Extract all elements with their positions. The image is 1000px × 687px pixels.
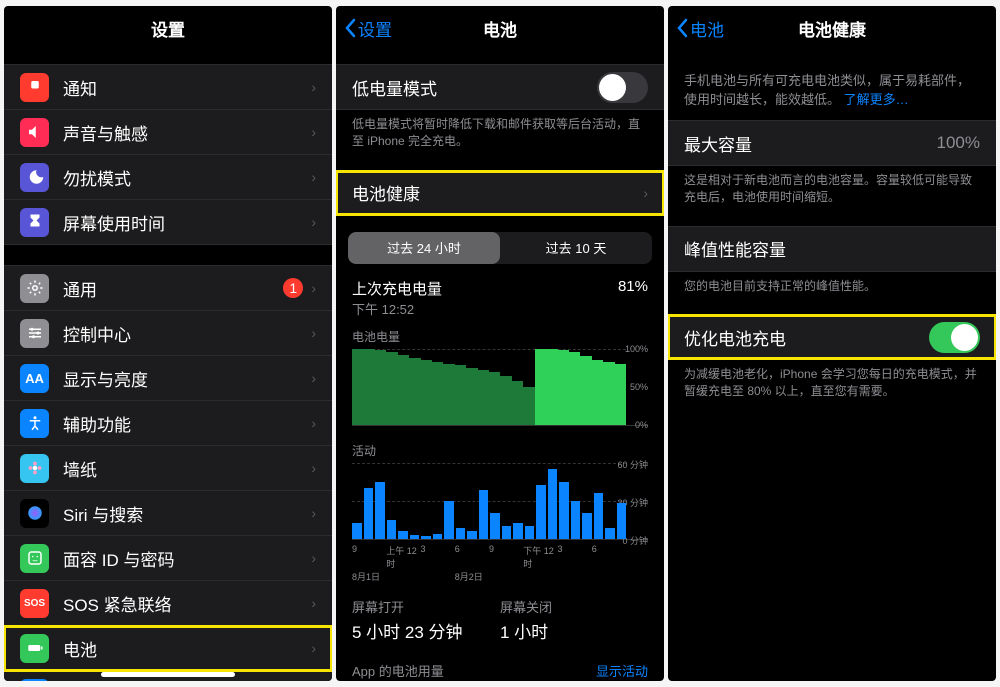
last-charge-row: 上次充电电量下午 12:52 81%	[336, 274, 664, 322]
nav-bar: 电池 电池健康	[668, 6, 996, 50]
show-activity-link[interactable]: 显示活动	[596, 661, 648, 680]
seg-24h[interactable]: 过去 24 小时	[348, 232, 500, 264]
chevron-right-icon: ›	[311, 595, 316, 611]
notif-icon	[20, 73, 49, 102]
screen-time-row: 屏幕打开5 小时 23 分钟 屏幕关闭1 小时	[336, 583, 664, 643]
settings-row[interactable]: 声音与触感›	[4, 110, 332, 155]
capacity-group: 最大容量 100%	[668, 120, 996, 166]
gear-icon	[20, 274, 49, 303]
optimized-charging-switch[interactable]	[929, 322, 980, 353]
settings-row[interactable]: 面容 ID 与密码›	[4, 536, 332, 581]
low-power-switch[interactable]	[597, 72, 648, 103]
settings-row[interactable]: 通知›	[4, 65, 332, 110]
page-title: 电池	[483, 16, 517, 41]
SOS-icon: SOS	[20, 589, 49, 618]
optimized-charging-footer: 为减缓电池老化，iPhone 会学习您每日的充电模式，并暂缓充电至 80% 以上…	[668, 360, 996, 400]
battery-health-row[interactable]: 电池健康 ›	[336, 171, 664, 215]
battery-level-chart[interactable]: 电池电量 100%50%0%	[352, 328, 648, 426]
sound-icon	[20, 118, 49, 147]
settings-row[interactable]: SOSSOS 紧急联络›	[4, 581, 332, 626]
chevron-right-icon: ›	[311, 325, 316, 341]
battery-screen: 设置 电池 低电量模式 低电量模式将暂时降低下载和邮件获取等后台活动，直至 iP…	[336, 6, 664, 681]
chevron-right-icon: ›	[311, 370, 316, 386]
learn-more-link[interactable]: 了解更多…	[844, 92, 909, 107]
settings-row[interactable]: 勿扰模式›	[4, 155, 332, 200]
settings-row[interactable]: 电池›	[4, 626, 332, 671]
peak-perf-group: 峰值性能容量	[668, 226, 996, 272]
settings-row[interactable]: Siri 与搜索›	[4, 491, 332, 536]
AA-icon: AA	[20, 364, 49, 393]
optimized-charging-group: 优化电池充电	[668, 314, 996, 360]
settings-row[interactable]: 通用1›	[4, 266, 332, 311]
settings-row[interactable]: AA显示与亮度›	[4, 356, 332, 401]
chevron-right-icon: ›	[311, 169, 316, 185]
intro-text: 手机电池与所有可充电电池类似，属于易耗部件，使用时间越长，能效越低。 了解更多…	[668, 50, 996, 114]
page-title: 设置	[151, 16, 185, 41]
chevron-right-icon: ›	[311, 640, 316, 656]
settings-screen: 设置 通知›声音与触感›勿扰模式›屏幕使用时间› 通用1›控制中心›AA显示与亮…	[4, 6, 332, 681]
flower-icon	[20, 454, 49, 483]
battery-health-screen: 电池 电池健康 手机电池与所有可充电电池类似，属于易耗部件，使用时间越长，能效越…	[668, 6, 996, 681]
app-usage-header: App 的电池用量 显示活动	[336, 643, 664, 681]
chevron-right-icon: ›	[311, 214, 316, 230]
capacity-footer: 这是相对于新电池而言的电池容量。容量较低可能导致充电后，电池使用时间缩短。	[668, 166, 996, 206]
chevron-right-icon: ›	[311, 280, 316, 296]
low-power-row[interactable]: 低电量模式	[336, 65, 664, 109]
low-power-footer: 低电量模式将暂时降低下载和邮件获取等后台活动，直至 iPhone 完全充电。	[336, 110, 664, 150]
page-title: 电池健康	[798, 16, 866, 41]
face-icon	[20, 544, 49, 573]
settings-row[interactable]: 辅助功能›	[4, 401, 332, 446]
badge: 1	[283, 278, 303, 298]
chevron-right-icon: ›	[311, 460, 316, 476]
chevron-right-icon: ›	[311, 505, 316, 521]
siri-icon	[20, 499, 49, 528]
settings-group-general: 通用1›控制中心›AA显示与亮度›辅助功能›墙纸›Siri 与搜索›面容 ID …	[4, 265, 332, 681]
seg-10d[interactable]: 过去 10 天	[500, 232, 652, 264]
hand-icon	[20, 679, 49, 682]
battery-icon	[20, 634, 49, 663]
time-range-segment[interactable]: 过去 24 小时 过去 10 天	[348, 232, 652, 264]
settings-row[interactable]: 控制中心›	[4, 311, 332, 356]
back-button[interactable]: 电池	[676, 16, 724, 41]
settings-row[interactable]: 墙纸›	[4, 446, 332, 491]
peak-perf-footer: 您的电池目前支持正常的峰值性能。	[668, 272, 996, 295]
low-power-group: 低电量模式	[336, 64, 664, 110]
hourglass-icon	[20, 208, 49, 237]
chevron-right-icon: ›	[311, 550, 316, 566]
moon-icon	[20, 163, 49, 192]
sliders-icon	[20, 319, 49, 348]
activity-chart[interactable]: 活动 60 分钟30 分钟0 分钟 9上午 12时369下午 12时36 8月1…	[352, 442, 648, 583]
max-capacity-row: 最大容量 100%	[668, 121, 996, 165]
battery-health-group: 电池健康 ›	[336, 170, 664, 216]
settings-group-notifications: 通知›声音与触感›勿扰模式›屏幕使用时间›	[4, 64, 332, 245]
settings-row[interactable]: 屏幕使用时间›	[4, 200, 332, 244]
peak-perf-row: 峰值性能容量	[668, 227, 996, 271]
chevron-right-icon: ›	[311, 415, 316, 431]
back-button[interactable]: 设置	[344, 16, 392, 41]
access-icon	[20, 409, 49, 438]
chevron-right-icon: ›	[311, 79, 316, 95]
nav-bar: 设置	[4, 6, 332, 50]
chevron-right-icon: ›	[311, 124, 316, 140]
home-indicator[interactable]	[101, 672, 235, 677]
optimized-charging-row[interactable]: 优化电池充电	[668, 315, 996, 359]
chevron-right-icon: ›	[643, 185, 648, 201]
nav-bar: 设置 电池	[336, 6, 664, 50]
